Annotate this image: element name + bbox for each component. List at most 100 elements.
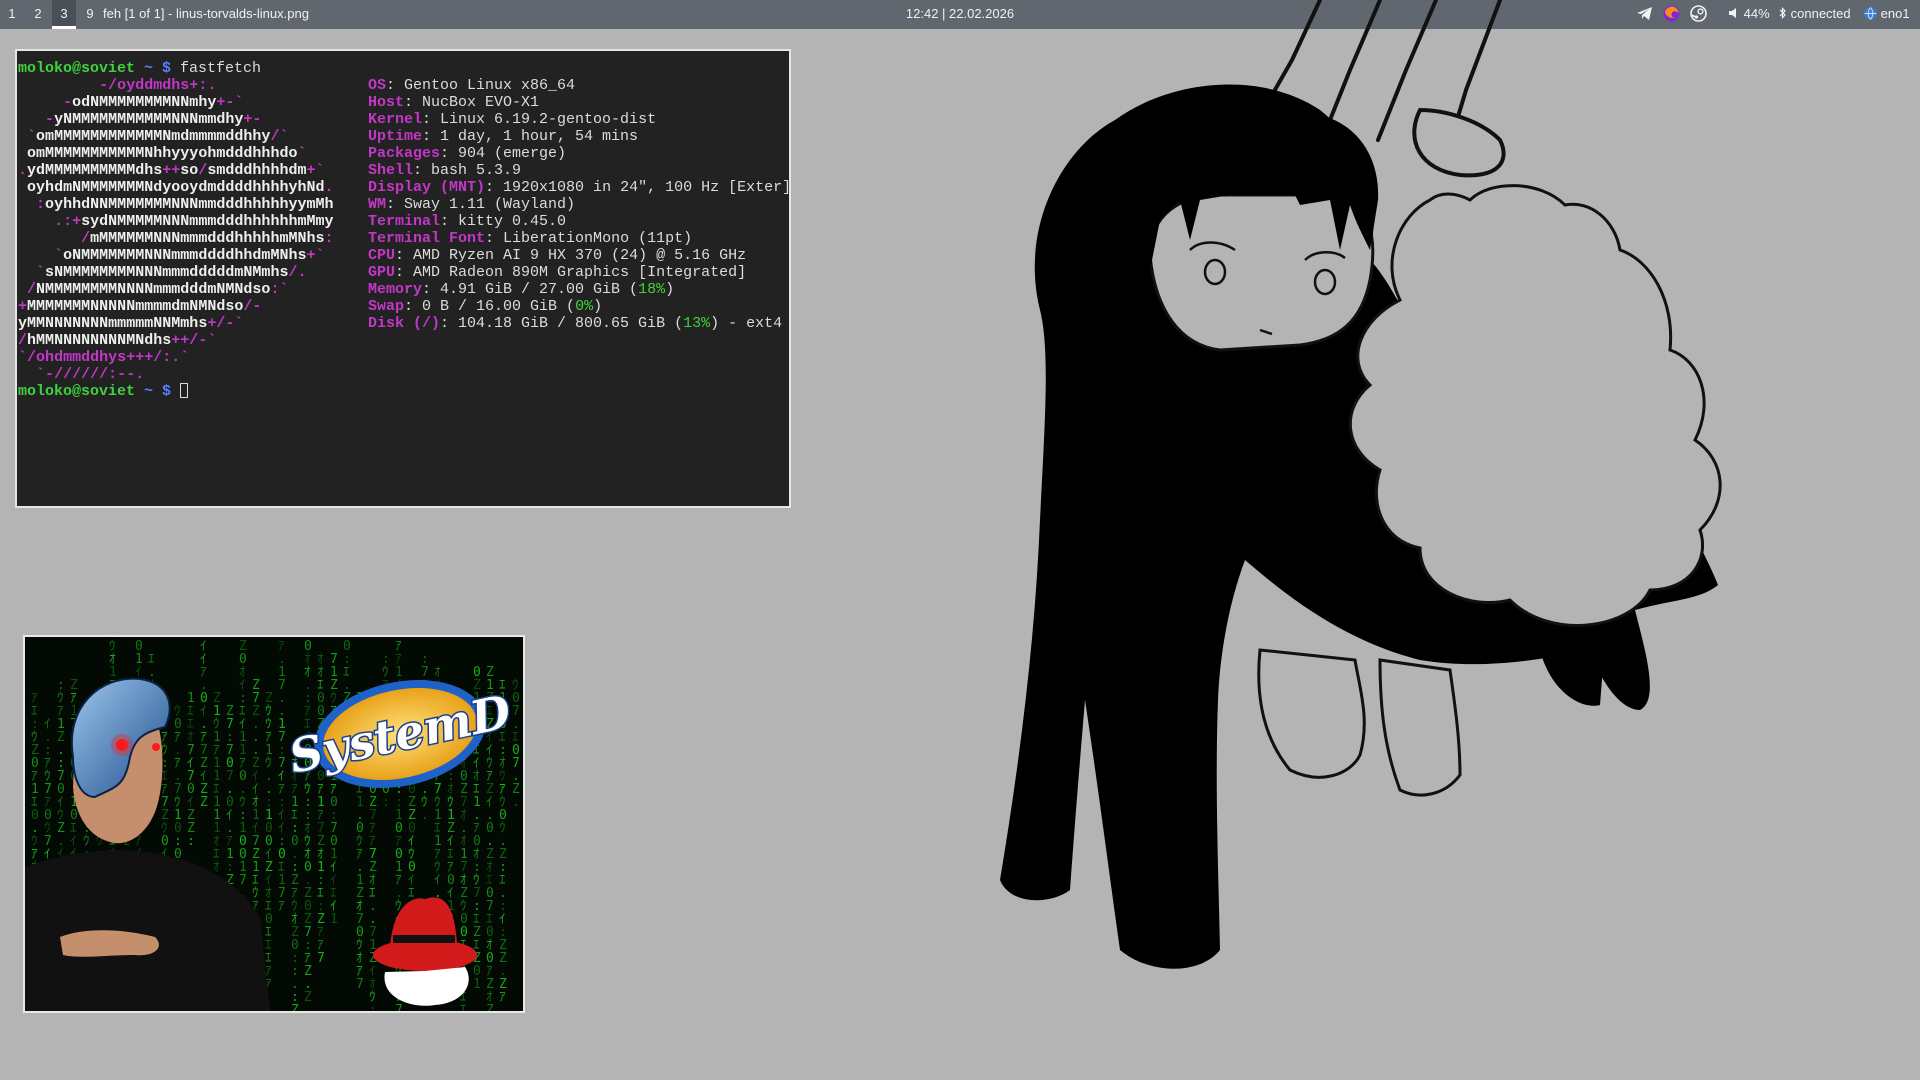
logo-line: omMMMMMMMMMMMNhhyyyohmdddhhhdo` [27, 145, 307, 162]
svg-text:1: 1 [473, 977, 481, 992]
logo-line: yMMNNNNNNNmmmmmNNMmhs+/-` [18, 315, 244, 332]
info-percent: 13% [683, 315, 711, 332]
svg-text:.: . [421, 808, 429, 823]
info-key: WM [368, 196, 387, 213]
svg-text:7: 7 [356, 977, 364, 992]
info-value: bash 5.3.9 [431, 162, 522, 179]
info-line: Kernel: Linux 6.19.2-gentoo-dist [368, 111, 789, 128]
info-value: 0 B / 16.00 GiB ( [422, 298, 576, 315]
info-key: Display (MNT) [368, 179, 486, 196]
info-separator: : [422, 128, 441, 145]
info-separator: : [485, 179, 504, 196]
info-separator: : [386, 77, 405, 94]
info-value: 104.18 GiB / 800.65 GiB ( [458, 315, 684, 332]
info-line: CPU: AMD Ryzen AI 9 HX 370 (24) @ 5.16 G… [368, 247, 789, 264]
info-key: Disk (/) [368, 315, 441, 332]
logo-line: /mMMMMMMNNNmmmdddhhhhhmMNhs: [81, 230, 334, 247]
logo-line: `/ohdmmddhys+++/:.` [18, 349, 190, 366]
logo-line: -yNMMMMMMMMMMMNNNmmdhy+- [45, 111, 262, 128]
info-value: 904 (emerge) [458, 145, 567, 162]
info-percent: 0% [575, 298, 594, 315]
info-value: 1 day, 1 hour, 54 mins [440, 128, 639, 145]
info-separator: : [413, 162, 432, 179]
svg-text:1: 1 [330, 912, 338, 927]
info-line: Terminal: kitty 0.45.0 [368, 213, 789, 230]
logo-line: /hMMNNNNNNNNMNdhs++/-` [18, 332, 217, 349]
info-value: Sway 1.11 (Wayland) [404, 196, 576, 213]
image-viewer-window[interactable]: ｱｴ:ｳZ0ｱ1ｴ0.ｳｱｵｲ.ｱｲｲ.:ｱｳ7ｱ0ｳ7ｲ:ｳｱ1Z.:70ｲｳ… [23, 635, 525, 1013]
logo-line: `oNMMMMMMMNNNmmmddddhhdmMNhs+` [54, 247, 325, 264]
svg-text:.: . [512, 795, 520, 810]
info-key: CPU [368, 247, 396, 264]
svg-text:ｴ: ｴ [460, 1003, 467, 1011]
info-key: Host [368, 94, 405, 111]
logo-line: :oyhhdNNMMMMMMMNNNmmdddhhhhhyymMh [36, 196, 334, 213]
logo-line: -/oyddmdhs+:. [99, 77, 217, 94]
info-tail: ) [593, 298, 603, 315]
info-value: LiberationMono (11pt) [503, 230, 693, 247]
info-value: 1920x1080 in 24", 100 Hz [Exter] [503, 179, 791, 196]
info-tail: ) - ext4 [710, 315, 783, 332]
info-separator: : [485, 230, 504, 247]
info-line: OS: Gentoo Linux x86_64 [368, 77, 789, 94]
info-separator: : [440, 315, 459, 332]
svg-text:Z: Z [200, 795, 208, 810]
info-value: Linux 6.19.2-gentoo-dist [440, 111, 657, 128]
wallpaper-illustration [1000, 0, 1722, 969]
info-separator: : [404, 298, 423, 315]
info-value: Gentoo Linux x86_64 [404, 77, 576, 94]
svg-text:7: 7 [317, 951, 325, 966]
info-line: Swap: 0 B / 16.00 GiB (0%) [368, 298, 789, 315]
system-info: OS: Gentoo Linux x86_64 Host: NucBox EVO-… [368, 77, 791, 332]
info-line: Packages: 904 (emerge) [368, 145, 789, 162]
meme-image: ｱｴ:ｳZ0ｱ1ｴ0.ｳｱｵｲ.ｱｲｲ.:ｱｳ7ｱ0ｳ7ｲ:ｳｱ1Z.:70ｲｳ… [25, 637, 523, 1011]
info-key: Shell [368, 162, 414, 179]
info-key: Kernel [368, 111, 423, 128]
info-key: Terminal Font [368, 230, 486, 247]
logo-line: -odNMMMMMMMMNNmhy+-` [63, 94, 244, 111]
info-separator: : [395, 247, 414, 264]
logo-line: .ydMMMMMMMMMMdhs++so/smdddhhhhdm+` [18, 162, 325, 179]
logo-line: `omMMMMMMMMMMMMNmdmmmmddhhy/` [27, 128, 289, 145]
prompt-line: moloko@soviet ~ $ fastfetch [18, 60, 789, 77]
prompt-tail: ~ $ [135, 383, 181, 400]
svg-text::: : [187, 834, 195, 849]
info-line: Uptime: 1 day, 1 hour, 54 mins [368, 128, 789, 145]
svg-text:ｱ: ｱ [278, 899, 285, 914]
info-separator: : [404, 94, 423, 111]
logo-line: oyhdmNMMMMMMMNdyooydmddddhhhhyhNd. [27, 179, 334, 196]
svg-text:Z: Z [304, 990, 312, 1005]
info-line: Memory: 4.91 GiB / 27.00 GiB (18%) [368, 281, 789, 298]
info-value: 4.91 GiB / 27.00 GiB ( [440, 281, 639, 298]
svg-text::: : [382, 795, 390, 810]
prompt-line-active[interactable]: moloko@soviet ~ $ [18, 383, 189, 400]
info-line: Terminal Font: LiberationMono (11pt) [368, 230, 789, 247]
logo-line: `-//////:--. [36, 366, 145, 383]
info-line: Disk (/): 104.18 GiB / 800.65 GiB (13%) … [368, 315, 789, 332]
info-separator: : [422, 281, 441, 298]
info-key: OS [368, 77, 387, 94]
info-value: AMD Ryzen AI 9 HX 370 (24) @ 5.16 GHz [413, 247, 747, 264]
info-value: AMD Radeon 890M Graphics [Integrated] [413, 264, 747, 281]
logo-line: .:+sydNMMMMMNNNmmmdddhhhhhhmMmy [54, 213, 334, 230]
svg-text:ｱ: ｱ [499, 990, 506, 1005]
info-separator: : [422, 111, 441, 128]
info-separator: : [440, 145, 459, 162]
info-key: GPU [368, 264, 396, 281]
svg-text:Z: Z [291, 1003, 299, 1011]
info-line: Host: NucBox EVO-X1 [368, 94, 789, 111]
info-separator: : [395, 264, 414, 281]
terminal-window[interactable]: moloko@soviet ~ $ fastfetch -/oyddmdhs+:… [15, 49, 791, 508]
info-separator: : [386, 196, 405, 213]
logo-line: +MMMMMMMNNNNNmmmmdmNMNdso/- [18, 298, 262, 315]
command-text: fastfetch [180, 60, 262, 77]
text-cursor [180, 383, 189, 398]
info-value: NucBox EVO-X1 [422, 94, 540, 111]
ascii-logo: -/oyddmdhs+:. -odNMMMMMMMMNNmhy+-` -yNMM… [18, 77, 334, 383]
info-tail: ) [665, 281, 675, 298]
info-key: Packages [368, 145, 441, 162]
prompt-tail: ~ $ [135, 60, 181, 77]
svg-text::: : [369, 1003, 377, 1011]
logo-line: /NMMMMMMMMNNNNmmmdddmNMNdso:` [27, 281, 289, 298]
prompt-user: moloko@soviet [18, 383, 136, 400]
